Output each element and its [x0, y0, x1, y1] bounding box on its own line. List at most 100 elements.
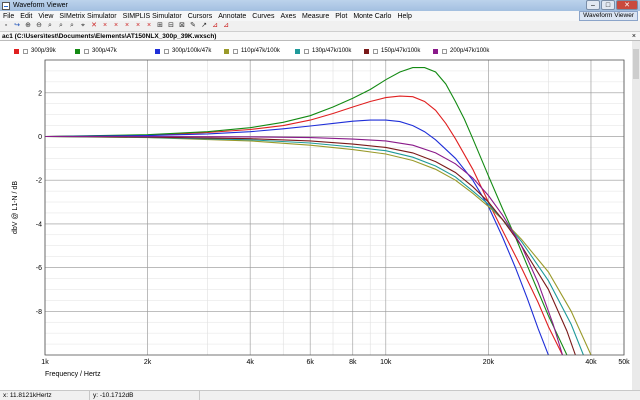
- x-tick-label: 6k: [306, 359, 314, 366]
- legend-item[interactable]: 300p/100k/47k: [155, 46, 211, 56]
- y-tick-label: -2: [36, 178, 42, 185]
- window-controls: – □ ✕: [585, 0, 638, 11]
- x-tick-label: 4k: [246, 359, 254, 366]
- menu-plot[interactable]: Plot: [335, 13, 347, 20]
- y-tick-label: 0: [38, 134, 42, 141]
- legend-label: 300p/100k/47k: [172, 48, 212, 54]
- menu-simetrix-simulator[interactable]: SIMetrix Simulator: [59, 13, 116, 20]
- measure-icon[interactable]: ⊠: [178, 22, 186, 30]
- x-tick-label: 2k: [144, 359, 152, 366]
- annotate-icon[interactable]: ✎: [189, 22, 197, 30]
- annotate-icon[interactable]: ↗: [200, 22, 208, 30]
- legend-checkbox[interactable]: [164, 48, 169, 54]
- cross-icon[interactable]: ×: [145, 22, 153, 30]
- zoom-x-icon[interactable]: ⌕: [57, 22, 65, 30]
- legend-checkbox[interactable]: [442, 48, 447, 54]
- measure-icon[interactable]: ⊞: [156, 22, 164, 30]
- legend-swatch: [14, 48, 19, 54]
- legend-label: 300p/47k: [92, 48, 117, 54]
- x-tick-label: 1k: [41, 359, 49, 366]
- y-tick-label: -8: [36, 309, 42, 316]
- cross-icon[interactable]: ×: [101, 22, 109, 30]
- menu-axes[interactable]: Axes: [280, 13, 296, 20]
- title-bar: Waveform Viewer – □ ✕: [0, 0, 640, 11]
- waveform-chart[interactable]: 1k 2k 4k 6k 8k 10k 20k 40k 50k 2 0 -2 -4 -6 -8 dbV @ L…: [0, 58, 632, 390]
- cross-icon[interactable]: ×: [123, 22, 131, 30]
- menu-annotate[interactable]: Annotate: [218, 13, 246, 20]
- menu-view[interactable]: View: [38, 13, 53, 20]
- cross-icon[interactable]: ×: [112, 22, 120, 30]
- menu-curves[interactable]: Curves: [252, 13, 274, 20]
- menu-monte-carlo[interactable]: Monte Carlo: [353, 13, 391, 20]
- x-cursor-readout: x: 11.8121kHertz: [0, 391, 90, 400]
- minimize-button[interactable]: –: [586, 0, 600, 10]
- legend-checkbox[interactable]: [373, 48, 378, 54]
- legend-item[interactable]: 150p/47k/100k: [364, 46, 420, 56]
- y-tick-label: -6: [36, 265, 42, 272]
- tab-close-icon[interactable]: ×: [632, 33, 636, 40]
- x-tick-label: 20k: [483, 359, 495, 366]
- menu-edit[interactable]: Edit: [20, 13, 32, 20]
- legend-checkbox[interactable]: [304, 48, 309, 54]
- y-tick-label: -4: [36, 221, 42, 228]
- legend-label: 110p/47k/100k: [241, 48, 280, 54]
- legend-swatch: [155, 48, 160, 54]
- grid-major: [44, 60, 625, 355]
- x-tick-label: 10k: [380, 359, 392, 366]
- measure-icon[interactable]: ⊟: [167, 22, 175, 30]
- menu-bar: File Edit View SIMetrix Simulator SIMPLI…: [0, 11, 640, 21]
- delete-icon[interactable]: ✕: [90, 22, 98, 30]
- probe-icon[interactable]: ⊿: [222, 22, 230, 30]
- legend-swatch: [364, 48, 369, 54]
- legend-checkbox[interactable]: [233, 48, 238, 54]
- legend: 300p/39k 300p/47k 300p/100k/47k 110p/47k…: [0, 46, 640, 56]
- x-tick-label: 40k: [585, 359, 597, 366]
- vertical-scrollbar[interactable]: [632, 41, 640, 390]
- new-icon[interactable]: ▫: [2, 22, 10, 30]
- series-line: [45, 119, 549, 355]
- menu-measure[interactable]: Measure: [302, 13, 329, 20]
- legend-checkbox[interactable]: [23, 48, 28, 54]
- cross-icon[interactable]: ×: [134, 22, 142, 30]
- legend-swatch: [224, 48, 229, 54]
- maximize-button[interactable]: □: [601, 0, 615, 10]
- y-tick-label: 2: [38, 90, 42, 97]
- window-title: Waveform Viewer: [13, 2, 68, 9]
- legend-swatch: [433, 48, 438, 54]
- zoom-y-icon[interactable]: ⌕: [68, 22, 76, 30]
- status-bar: x: 11.8121kHertz y: -10.1712dB: [0, 390, 640, 400]
- legend-item[interactable]: 300p/47k: [75, 46, 117, 56]
- legend-swatch: [295, 48, 300, 54]
- open-icon[interactable]: ↪: [13, 22, 21, 30]
- legend-item[interactable]: 200p/47k/100k: [433, 46, 489, 56]
- close-button[interactable]: ✕: [616, 0, 638, 10]
- series-layer: [45, 67, 592, 355]
- zoom-in-icon[interactable]: ⊕: [24, 22, 32, 30]
- window-selector[interactable]: Waveform Viewer: [579, 11, 638, 21]
- cursor-icon[interactable]: ⌖: [79, 22, 87, 30]
- document-tab-bar: ac1 (C:\Users\test\Documents\Elements\AT…: [0, 32, 640, 41]
- probe-icon[interactable]: ⊿: [211, 22, 219, 30]
- legend-label: 130p/47k/100k: [312, 48, 352, 54]
- scrollbar-thumb[interactable]: [633, 49, 639, 79]
- x-tick-label: 8k: [349, 359, 357, 366]
- grid-minor: [44, 59, 625, 356]
- legend-label: 200p/47k/100k: [450, 48, 490, 54]
- legend-swatch: [75, 48, 80, 54]
- menu-file[interactable]: File: [3, 13, 14, 20]
- plot-frame: [44, 59, 625, 356]
- menu-simplis-simulator[interactable]: SIMPLIS Simulator: [123, 13, 182, 20]
- y-cursor-readout: y: -10.1712dB: [90, 391, 200, 400]
- legend-item[interactable]: 300p/39k: [14, 46, 56, 56]
- menu-help[interactable]: Help: [397, 13, 411, 20]
- y-axis-label: dbV @ L1-N / dB: [12, 181, 19, 234]
- menu-cursors[interactable]: Cursors: [188, 13, 213, 20]
- legend-checkbox[interactable]: [84, 48, 89, 54]
- tab-ac1[interactable]: ac1 (C:\Users\test\Documents\Elements\AT…: [2, 33, 216, 40]
- zoom-fit-icon[interactable]: ⌕: [46, 22, 54, 30]
- x-axis-label: Frequency / Hertz: [45, 371, 101, 378]
- legend-item[interactable]: 110p/47k/100k: [224, 46, 280, 56]
- zoom-out-icon[interactable]: ⊖: [35, 22, 43, 30]
- x-tick-label: 50k: [618, 359, 630, 366]
- legend-item[interactable]: 130p/47k/100k: [295, 46, 351, 56]
